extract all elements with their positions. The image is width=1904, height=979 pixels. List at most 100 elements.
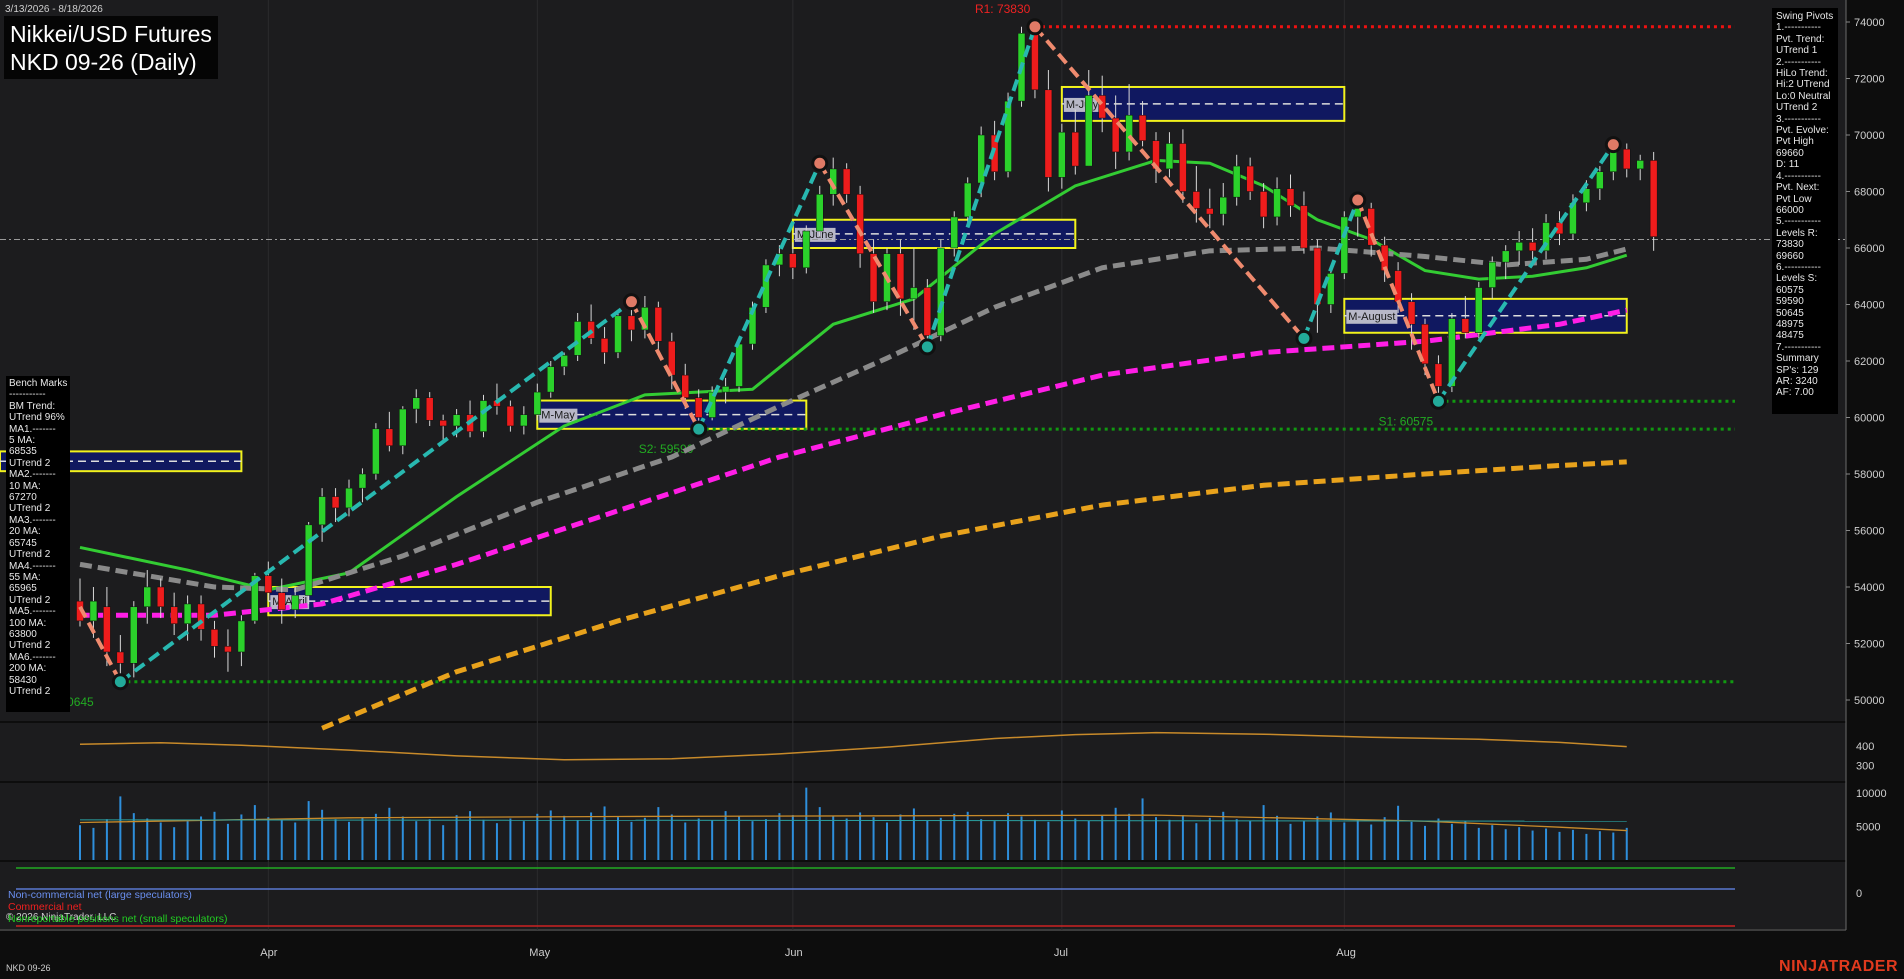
swing-pivots-line: 59590 — [1776, 296, 1804, 308]
candle-body — [1206, 208, 1214, 215]
bench-marks-line: 65745 — [9, 537, 37, 549]
chart-canvas: 5000052000540005600058000600006200064000… — [0, 0, 1904, 979]
x-month-label: Apr — [260, 947, 277, 959]
candle-body — [264, 575, 273, 593]
bench-marks-line: 67270 — [9, 492, 37, 504]
level-label: S1: 60575 — [1378, 414, 1433, 428]
bench-marks-line: ----------- — [9, 389, 46, 401]
candle-body — [399, 408, 407, 446]
candle-body — [896, 253, 905, 300]
legend-noncommercial: Non-commercial net (large speculators) — [8, 889, 192, 901]
swing-pivots-line: 6.----------- — [1776, 261, 1821, 273]
candle-body — [694, 397, 703, 418]
candle-body — [681, 374, 689, 398]
candle-body — [923, 287, 932, 336]
x-month-label: Jun — [785, 947, 803, 959]
pivot-marker — [1295, 329, 1313, 347]
level-label: R1: 73830 — [975, 2, 1031, 16]
candle-body — [506, 405, 515, 427]
candle-body — [735, 343, 743, 387]
candle-body — [520, 414, 528, 427]
y-tick-label: 52000 — [1854, 639, 1885, 651]
swing-pivots-line: HiLo Trend: — [1776, 68, 1828, 80]
candle-body — [1475, 287, 1483, 333]
candle-body — [1219, 196, 1227, 215]
swing-pivots-line: SP's: 129 — [1776, 364, 1819, 376]
bench-marks-line: 100 MA: — [9, 617, 47, 629]
swing-pivots-line: 5.----------- — [1776, 216, 1821, 228]
candle-body — [318, 496, 326, 526]
swing-pivots-line: Pvt. Evolve: — [1776, 125, 1829, 137]
swing-pivots-line: 60575 — [1776, 284, 1804, 296]
candle-body — [1394, 270, 1402, 302]
bench-marks-line: 68535 — [9, 446, 37, 458]
swing-pivots-line: UTrend 2 — [1776, 102, 1818, 114]
candle-body — [963, 182, 972, 218]
swing-pivots-line: Hi:2 UTrend — [1776, 79, 1830, 91]
candle-body — [237, 620, 246, 653]
legend-nonreportable: Nonreportable positions net (small specu… — [8, 913, 228, 925]
candle-body — [1273, 188, 1281, 218]
candle-body — [345, 487, 353, 509]
swing-pivots-line: UTrend 1 — [1776, 45, 1818, 57]
candle-body — [1300, 205, 1308, 249]
swing-pivots-line: Summary — [1776, 353, 1819, 365]
candle-body — [291, 595, 299, 610]
bench-marks-line: MA2.------- — [9, 469, 56, 481]
pivot-marker — [811, 154, 829, 172]
swing-pivots-line: Pvt High — [1776, 136, 1814, 148]
candle-body — [654, 307, 663, 342]
atr-tick-label: 400 — [1856, 741, 1874, 753]
footer-symbol: NKD 09-26 — [6, 963, 51, 973]
candle-body — [856, 194, 864, 254]
y-tick-label: 72000 — [1854, 74, 1885, 86]
candle-body — [1125, 114, 1133, 153]
candle-body — [614, 315, 622, 353]
y-tick-label: 62000 — [1854, 356, 1885, 368]
candle-body — [412, 397, 420, 410]
candle-body — [116, 651, 125, 664]
cot-panel-bg — [0, 862, 1846, 929]
candle-body — [600, 338, 609, 353]
candle-body — [1165, 143, 1174, 170]
cot-tick-label: 0 — [1856, 888, 1862, 900]
pivot-marker — [111, 673, 129, 691]
candle-body — [842, 168, 851, 195]
candle-body — [1071, 131, 1080, 167]
pivot-marker — [690, 420, 708, 438]
bench-marks-line: 20 MA: — [9, 526, 41, 538]
candle-body — [533, 391, 542, 415]
bench-marks-line: MA5.------- — [9, 606, 56, 618]
bench-marks-line: MA1.------- — [9, 423, 56, 435]
candle-body — [816, 194, 824, 232]
candle-body — [210, 629, 219, 647]
candle-body — [304, 524, 313, 596]
y-tick-label: 64000 — [1854, 300, 1885, 312]
bench-marks-line: Bench Marks — [9, 378, 68, 389]
swing-pivots-panel: Swing Pivots 1.----------- Pvt. Trend: UTre… — [1772, 8, 1838, 414]
candle-body — [1623, 148, 1631, 170]
bench-marks-line: MA4.------- — [9, 560, 56, 572]
candle-body — [89, 600, 98, 622]
candle-body — [425, 397, 434, 421]
pivot-marker — [1604, 136, 1622, 154]
pivot-marker — [1026, 18, 1044, 36]
pivot-marker — [1429, 392, 1447, 410]
candle-body — [937, 247, 945, 336]
swing-pivots-line: Levels R: — [1776, 227, 1818, 239]
pivot-marker — [918, 338, 936, 356]
swing-pivots-line: AR: 3240 — [1776, 376, 1818, 387]
y-tick-label: 70000 — [1854, 130, 1885, 142]
candle-body — [1434, 363, 1443, 387]
candle-body — [1232, 165, 1241, 198]
y-tick-label: 60000 — [1854, 413, 1885, 425]
bench-marks-line: MA3.------- — [9, 514, 56, 526]
candle-body — [224, 646, 232, 653]
brand-logo: NINJATRADER — [1779, 958, 1898, 975]
candle-body — [547, 366, 555, 393]
bench-marks-line: BM Trend: — [9, 400, 56, 412]
y-tick-label: 58000 — [1854, 469, 1885, 481]
bench-marks-line: UTrend 2 — [9, 503, 51, 515]
candle-body — [1501, 250, 1510, 263]
candle-body — [1259, 191, 1268, 218]
